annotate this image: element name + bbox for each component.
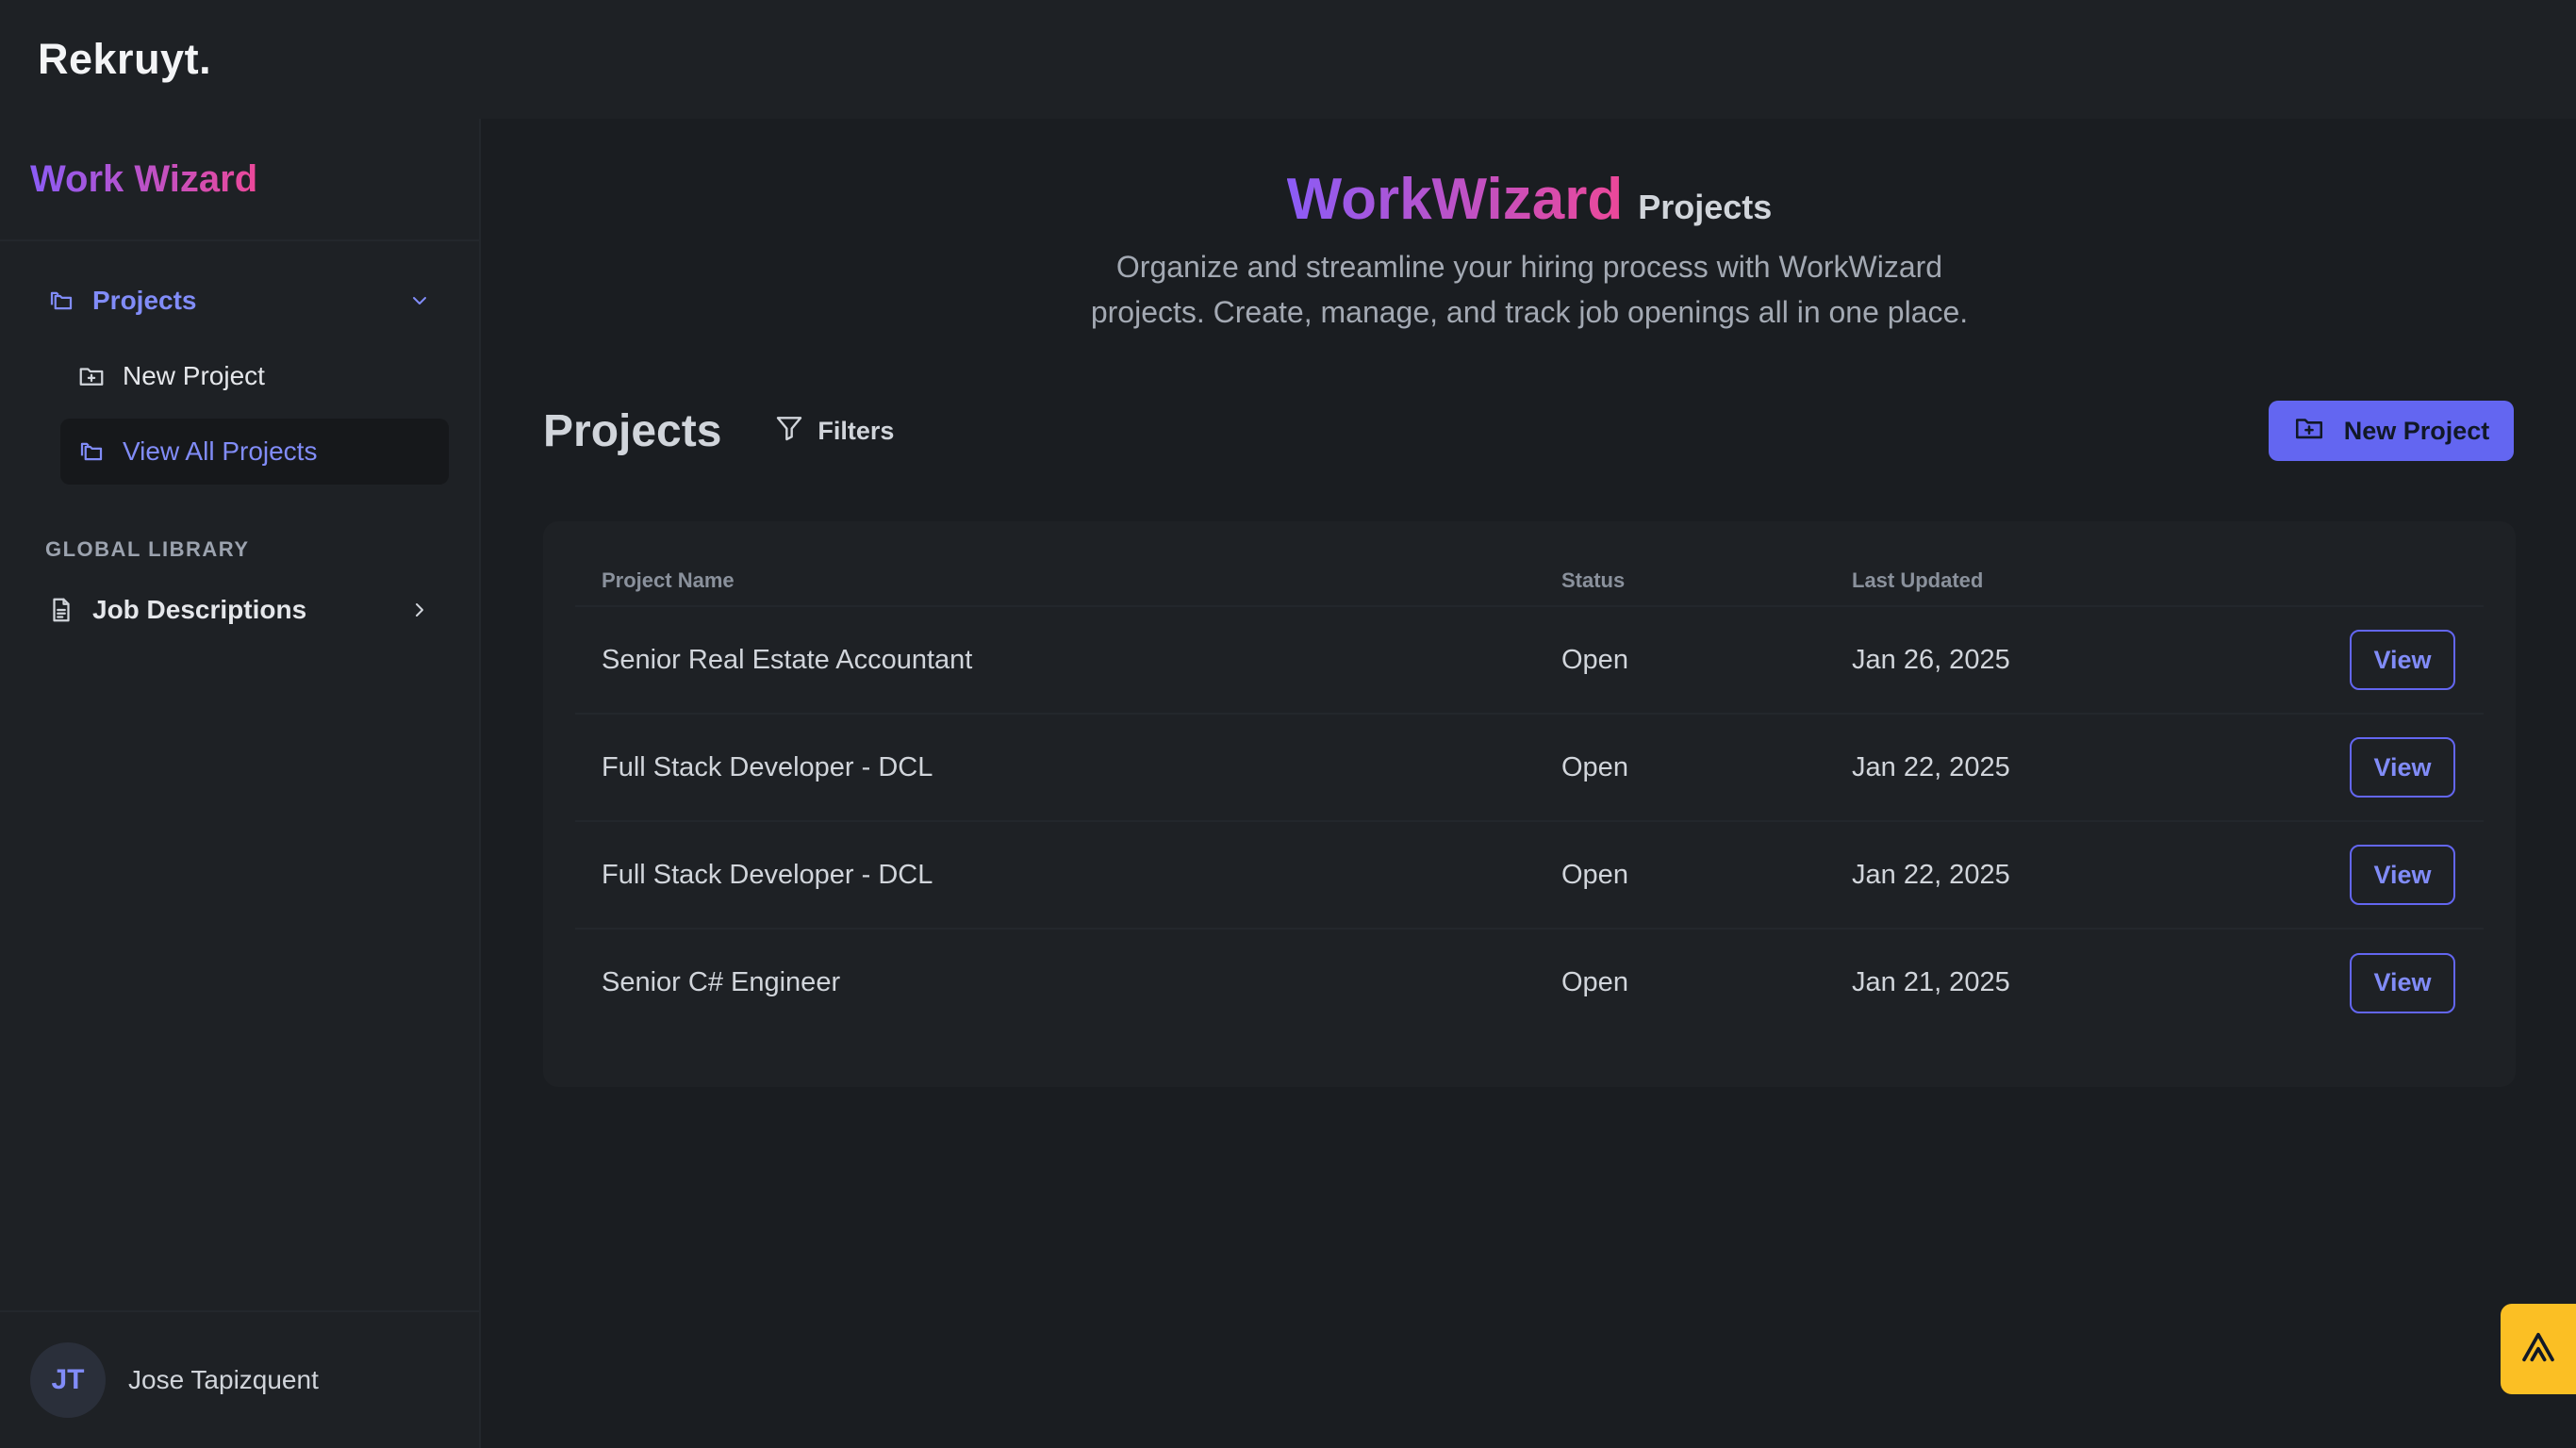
projects-submenu: New Project View All Projects [60, 343, 449, 485]
app-logo[interactable]: Rekruyt. [38, 35, 211, 84]
view-button[interactable]: View [2350, 630, 2455, 690]
column-header-last-updated[interactable]: Last Updated [1825, 555, 2316, 607]
section-label-global-library: GLOBAL LIBRARY [45, 537, 250, 561]
actions-cell: View [2316, 606, 2484, 715]
chevron-right-icon[interactable] [405, 596, 434, 624]
actions-cell: View [2316, 929, 2484, 1036]
view-button[interactable]: View [2350, 952, 2455, 1013]
section-heading: Projects [543, 405, 722, 456]
hero-subtitle: Projects [1638, 188, 1773, 226]
folders-icon [75, 436, 107, 468]
folder-plus-icon [2293, 412, 2325, 451]
project-name-cell: Full Stack Developer - DCL [575, 714, 1535, 822]
hero: WorkWizard Projects Organize and streaml… [483, 119, 2576, 335]
floating-widget-button[interactable] [2501, 1304, 2576, 1394]
user-profile[interactable]: JT Jose Tapizquent [0, 1310, 479, 1448]
user-name: Jose Tapizquent [128, 1365, 319, 1394]
hero-description: Organize and streamline your hiring proc… [1090, 250, 1969, 329]
column-header-actions [2316, 555, 2484, 607]
brand-title: Work Wizard [30, 157, 258, 200]
column-header-project-name[interactable]: Project Name [575, 555, 1535, 607]
filters-label: Filters [817, 416, 895, 445]
table-row[interactable]: Senior Real Estate Accountant Open Jan 2… [575, 606, 2484, 715]
page-title: WorkWizard Projects [1287, 166, 1773, 233]
projects-table-card: Project Name Status Last Updated Senior … [543, 521, 2516, 1087]
project-name-cell: Senior Real Estate Accountant [575, 606, 1535, 715]
avatar: JT [30, 1342, 106, 1418]
last-updated-cell: Jan 21, 2025 [1852, 967, 2010, 997]
sidebar-item-new-project[interactable]: New Project [60, 343, 449, 409]
global-library-list: Job Descriptions [30, 577, 449, 643]
chevron-down-icon[interactable] [405, 287, 434, 315]
toolbar: Projects Filters New Project [543, 400, 2514, 462]
sidebar-brand: Work Wizard [0, 119, 479, 241]
sidebar-item-view-all-projects[interactable]: View All Projects [60, 419, 449, 485]
project-name-cell: Full Stack Developer - DCL [575, 821, 1535, 930]
actions-cell: View [2316, 821, 2484, 930]
status-cell: Open [1535, 714, 1825, 822]
sidebar: Work Wizard Projects New Project View Al… [0, 119, 481, 1448]
sidebar-item-label: Projects [92, 286, 197, 315]
last-updated-cell: Jan 22, 2025 [1825, 821, 2316, 930]
widget-logo-icon [2519, 1328, 2557, 1371]
filters-button[interactable]: Filters [774, 413, 894, 450]
last-updated-cell: Jan 26, 2025 [1825, 606, 2316, 715]
column-header-status[interactable]: Status [1535, 555, 1825, 607]
sidebar-item-label: New Project [123, 361, 265, 390]
table-row[interactable]: Full Stack Developer - DCL Open Jan 22, … [575, 714, 2484, 822]
table-row[interactable]: Senior C# Engineer Open Jan 21, 2025 Vie… [575, 929, 2484, 1036]
view-button[interactable]: View [2350, 737, 2455, 798]
folders-icon [45, 285, 77, 317]
table-row[interactable]: Full Stack Developer - DCL Open Jan 22, … [575, 821, 2484, 930]
sidebar-item-label: View All Projects [123, 436, 318, 466]
projects-table: Project Name Status Last Updated Senior … [575, 555, 2484, 1036]
filter-icon [774, 413, 804, 450]
document-icon [45, 594, 77, 626]
sidebar-nav: Projects New Project View All Projects G… [0, 241, 479, 643]
sidebar-item-job-descriptions[interactable]: Job Descriptions [30, 577, 449, 643]
top-bar: Rekruyt. [0, 0, 2576, 119]
main-content: WorkWizard Projects Organize and streaml… [483, 119, 2576, 1448]
actions-cell: View [2316, 714, 2484, 822]
new-project-button[interactable]: New Project [2269, 401, 2514, 461]
new-project-label: New Project [2343, 416, 2490, 445]
hero-title: WorkWizard [1286, 167, 1624, 232]
view-button[interactable]: View [2350, 845, 2455, 905]
sidebar-item-projects[interactable]: Projects [30, 268, 449, 334]
project-name-cell: Senior C# Engineer [602, 967, 841, 997]
folder-plus-icon [75, 360, 107, 392]
status-cell: Open [1535, 821, 1825, 930]
last-updated-cell: Jan 22, 2025 [1825, 714, 2316, 822]
table-header-row: Project Name Status Last Updated [575, 555, 2484, 607]
status-cell: Open [1561, 967, 1628, 997]
sidebar-item-label: Job Descriptions [92, 595, 307, 624]
status-cell: Open [1535, 606, 1825, 715]
